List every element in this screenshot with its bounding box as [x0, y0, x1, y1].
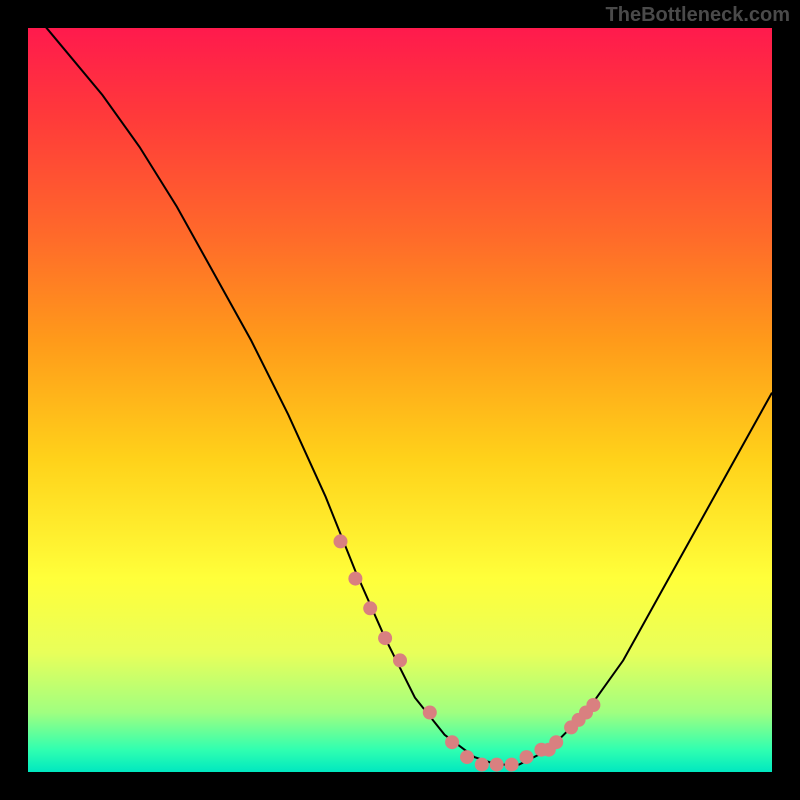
data-marker	[460, 750, 474, 764]
watermark-text: TheBottleneck.com	[606, 4, 790, 27]
data-marker	[334, 534, 348, 548]
data-marker	[393, 653, 407, 667]
data-marker	[445, 735, 459, 749]
data-marker	[475, 758, 489, 772]
chart-overlay	[28, 28, 772, 772]
data-markers	[334, 534, 601, 771]
data-marker	[378, 631, 392, 645]
data-marker	[586, 698, 600, 712]
data-marker	[505, 758, 519, 772]
data-marker	[348, 572, 362, 586]
data-marker	[520, 750, 534, 764]
data-marker	[549, 735, 563, 749]
data-marker	[423, 706, 437, 720]
data-marker	[363, 601, 377, 615]
bottleneck-curve	[28, 6, 772, 765]
data-marker	[490, 758, 504, 772]
